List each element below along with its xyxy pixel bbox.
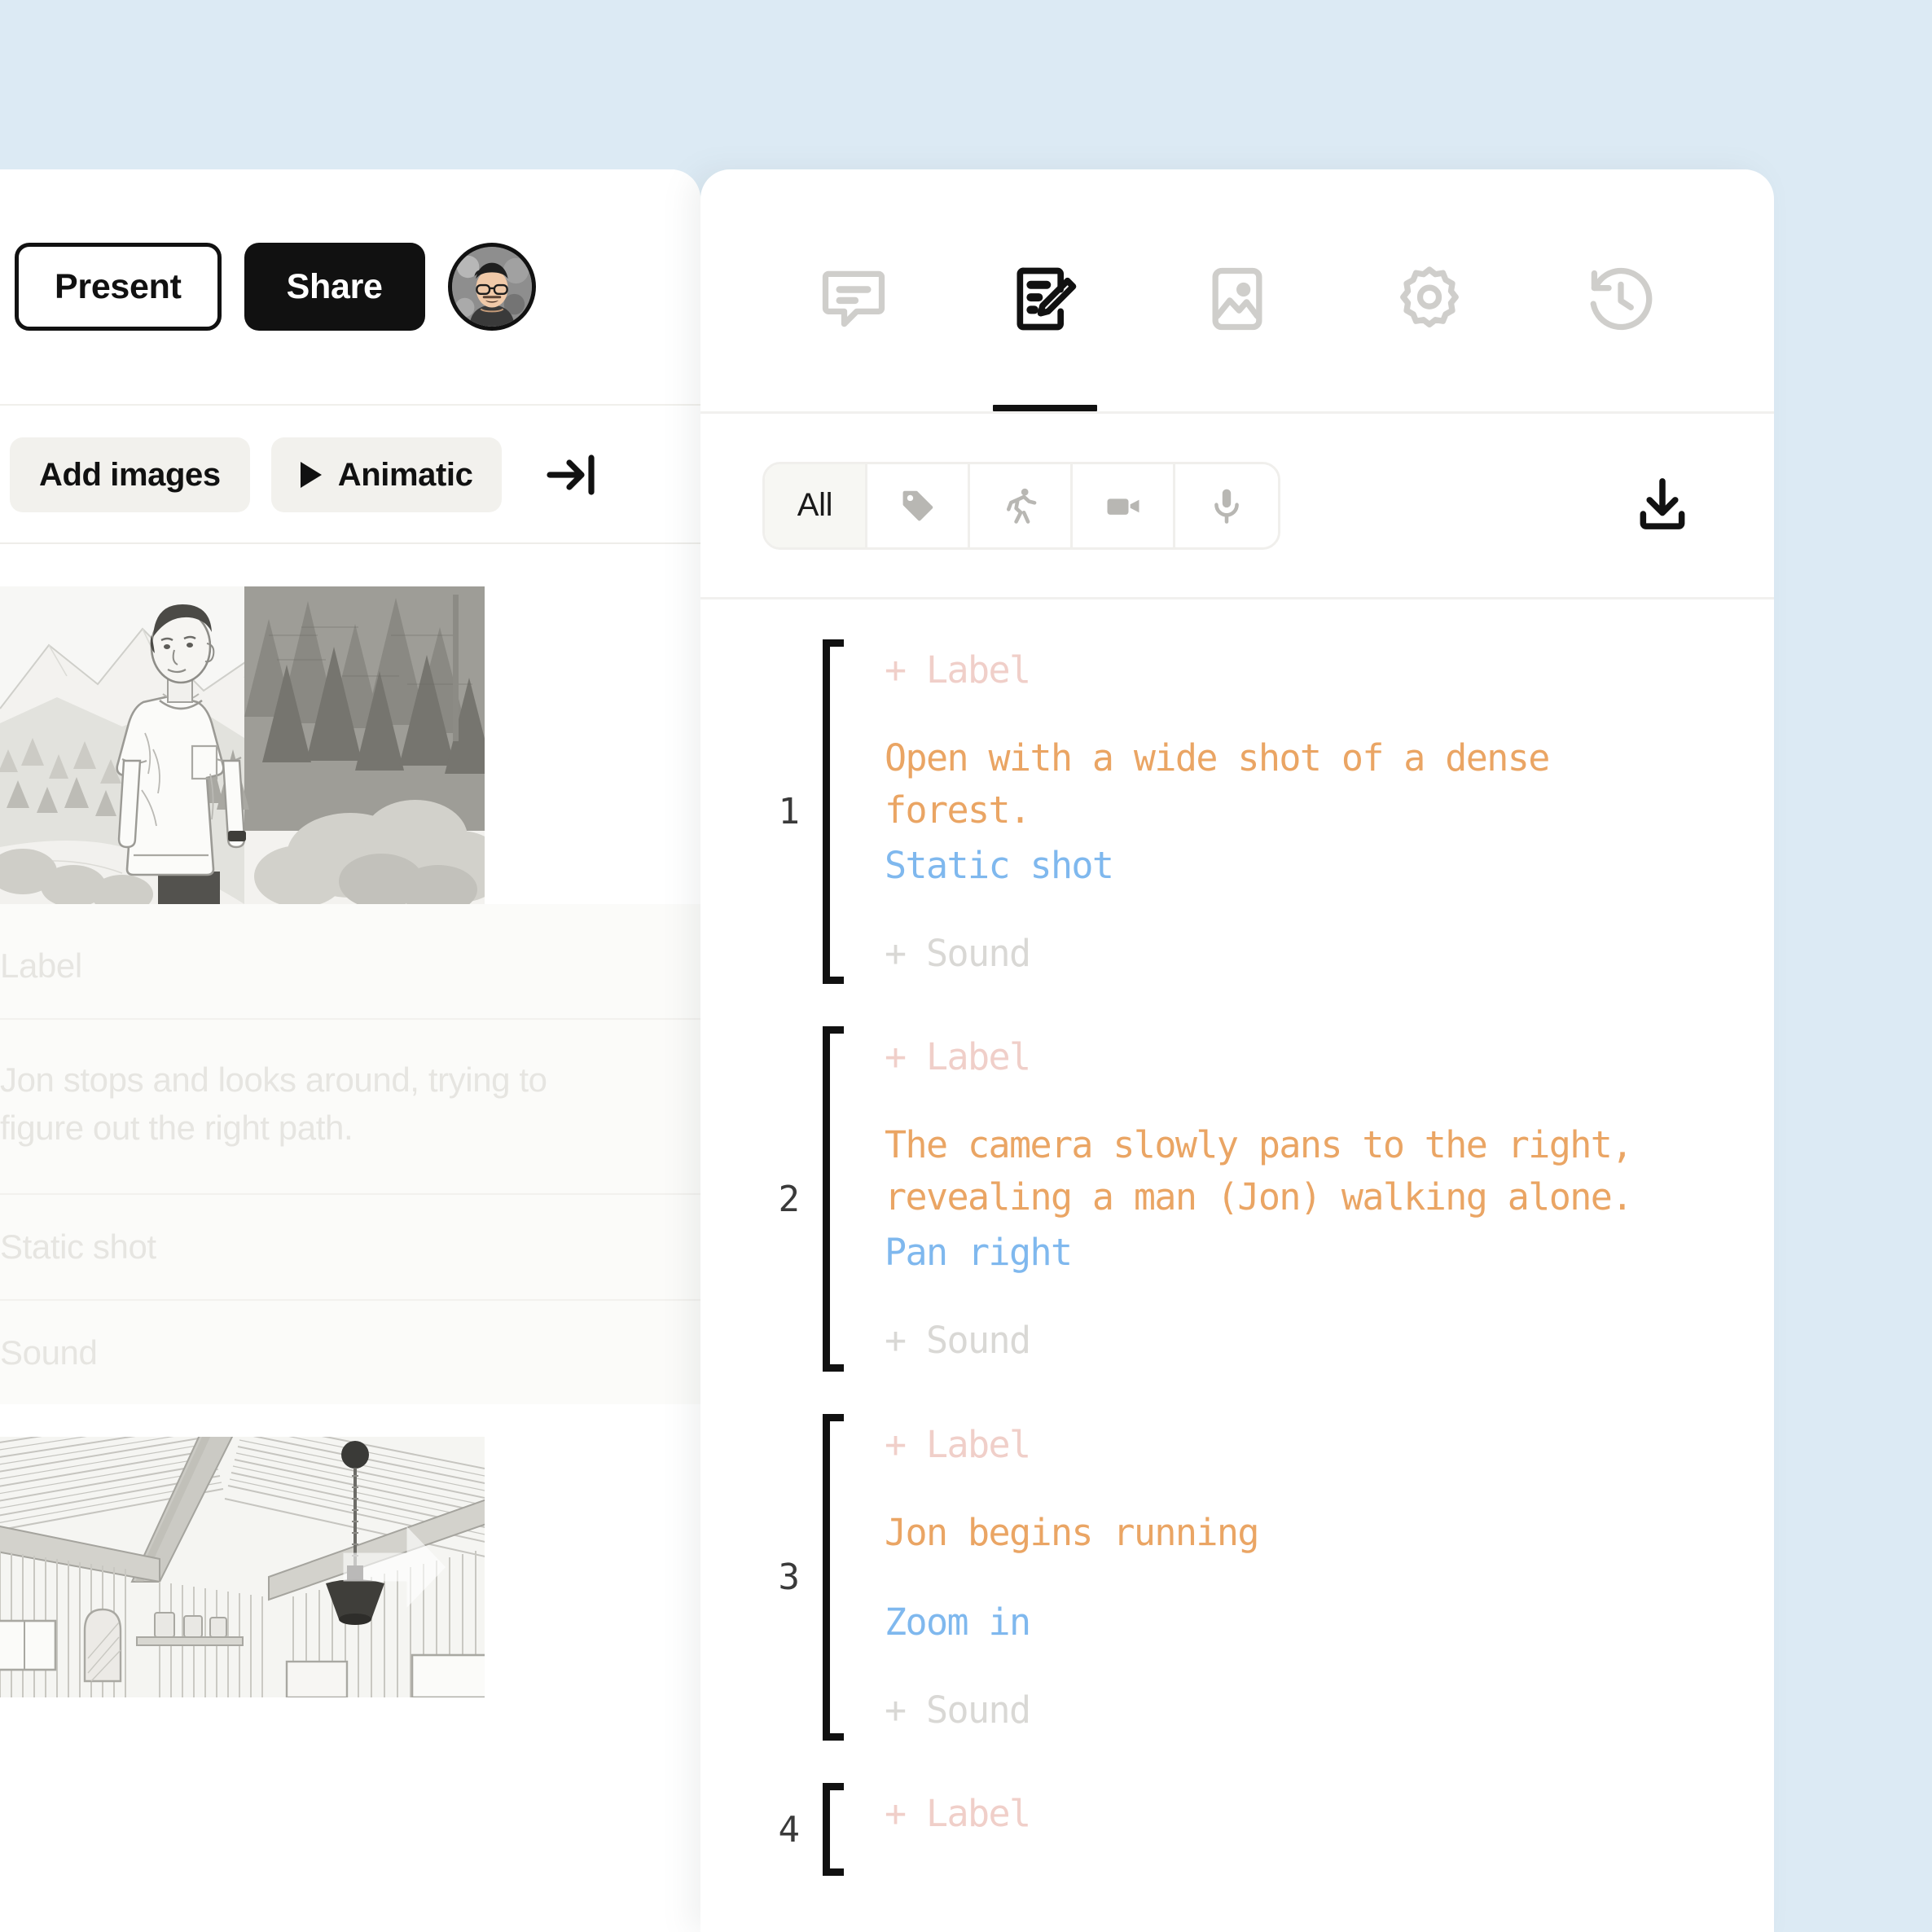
add-label-button[interactable]: + Label [885,639,1701,696]
filter-segmented-control[interactable]: All [762,461,1280,550]
storyboard-list[interactable]: Label Jon stops and looks around, trying… [0,546,700,1932]
background-top-strip [0,0,1932,171]
panel-tabbar [700,169,1774,414]
share-button[interactable]: Share [244,243,425,331]
play-icon [300,462,322,488]
storyboard-editor-panel: Present Share Add images Animatic Label … [0,169,700,1932]
add-sound-button[interactable]: + Sound [885,1684,1701,1741]
scene-camera-move[interactable]: Zoom in [885,1596,1701,1649]
scene-content: + Label [850,1783,1774,1876]
add-label-button[interactable]: + Label [885,1414,1701,1471]
chevron-right-icon [343,1526,446,1608]
storyboard-image[interactable] [0,1437,485,1698]
scene-list[interactable]: 1 + Label Open with a wide shot of a den… [700,602,1774,1932]
animatic-button[interactable]: Animatic [270,437,503,512]
scene-bracket-foot [823,977,844,985]
add-images-label: Add images [39,456,221,493]
scene-row[interactable]: 3 + Label Jon begins running Zoom in + S… [700,1413,1774,1741]
scene-bracket-foot [823,1868,844,1877]
storyboard-image[interactable] [0,586,485,904]
add-label-button[interactable]: + Label [885,1783,1701,1840]
tab-images[interactable] [1141,169,1333,411]
add-sound-button[interactable]: + Sound [885,1315,1701,1372]
scene-content: + Label Jon begins running Zoom in + Sou… [850,1414,1774,1741]
video-camera-icon [1107,498,1139,515]
scene-row[interactable]: 1 + Label Open with a wide shot of a den… [700,639,1774,985]
add-images-button[interactable]: Add images [10,437,250,512]
history-clock-icon [1590,267,1653,330]
tab-comments[interactable] [757,169,950,411]
storyboard-card[interactable]: Label Jon stops and looks around, trying… [0,586,700,1405]
tab-script[interactable] [950,169,1142,411]
scene-bracket [823,1026,850,1372]
comment-icon [822,270,885,327]
scene-bracket-foot [823,1363,844,1372]
script-panel: All 1 + Label Open with a wide shot of a… [700,169,1774,1932]
filter-camera[interactable] [1073,463,1175,547]
scene-row[interactable]: 2 + Label The camera slowly pans to the … [700,1026,1774,1372]
scene-number: 2 [778,1178,801,1220]
running-person-icon [1006,488,1036,524]
tab-history[interactable] [1525,169,1717,411]
scene-bracket [823,639,850,985]
scene-camera-move[interactable]: Static shot [885,840,1701,892]
filter-audio[interactable] [1175,463,1278,547]
scene-description[interactable]: The camera slowly pans to the right, rev… [885,1119,1701,1223]
field-camera[interactable]: Static shot [0,1195,700,1301]
script-edit-icon [1016,267,1077,330]
avatar-photo-icon [451,247,532,327]
scene-description[interactable]: Open with a wide shot of a dense forest. [885,732,1701,836]
tab-settings[interactable] [1333,169,1526,411]
secondary-toolbar: Add images Animatic [0,407,700,544]
filter-all-label: All [797,487,833,523]
tag-icon [902,490,933,520]
gear-icon [1399,266,1459,327]
add-sound-button[interactable]: + Sound [885,928,1701,985]
scene-bracket [823,1783,850,1877]
scene-number: 3 [778,1557,801,1599]
collapse-panel-button[interactable] [542,446,601,504]
storyboard-fields: Label Jon stops and looks around, trying… [0,904,700,1405]
filter-all[interactable]: All [765,463,867,547]
scene-content: + Label Open with a wide shot of a dense… [850,639,1774,984]
forest-scene-illustration [0,586,485,904]
main-toolbar: Present Share [0,169,700,406]
add-label-button[interactable]: + Label [885,1026,1701,1083]
arrow-right-to-line-icon [547,454,595,495]
image-icon [1212,267,1262,330]
scene-bracket-foot [823,1733,844,1741]
avatar[interactable] [447,243,536,331]
next-image-button[interactable] [341,1521,447,1613]
filter-toolbar: All [700,414,1774,599]
present-button[interactable]: Present [15,243,222,331]
active-tab-indicator [993,405,1098,411]
microphone-icon [1214,489,1239,524]
storyboard-card[interactable] [0,1437,700,1698]
scene-description[interactable]: Jon begins running [885,1507,1701,1559]
scene-number: 1 [778,791,801,833]
download-script-button[interactable] [1626,469,1699,542]
filter-action[interactable] [970,463,1073,547]
scene-bracket [823,1413,850,1741]
scene-camera-move[interactable]: Pan right [885,1227,1701,1279]
scene-content: + Label The camera slowly pans to the ri… [850,1026,1774,1371]
field-label[interactable]: Label [0,904,700,1020]
filter-tag[interactable] [867,463,970,547]
scene-number: 4 [778,1808,801,1851]
download-icon [1640,477,1685,529]
animatic-label: Animatic [337,456,473,493]
field-sound[interactable]: Sound [0,1301,700,1405]
field-description[interactable]: Jon stops and looks around, trying to fi… [0,1020,700,1195]
scene-row[interactable]: 4 + Label [700,1783,1774,1877]
